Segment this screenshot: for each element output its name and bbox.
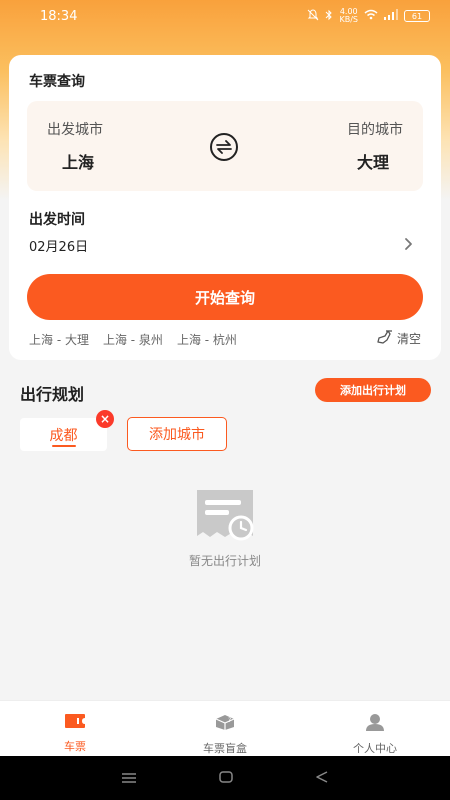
departure-city-picker[interactable]: 出发城市 上海 bbox=[47, 119, 103, 173]
history-item[interactable]: 上海 - 大理 bbox=[29, 331, 89, 348]
start-search-button[interactable]: 开始查询 bbox=[27, 274, 423, 320]
swap-cities-icon[interactable] bbox=[210, 133, 238, 161]
home-icon[interactable] bbox=[218, 769, 234, 788]
wifi-icon bbox=[364, 9, 378, 23]
city-selector: 出发城市 上海 目的城市 大理 bbox=[27, 101, 423, 191]
card-title: 车票查询 bbox=[29, 74, 85, 90]
departure-date-label: 出发时间 bbox=[29, 212, 85, 228]
close-icon[interactable]: × bbox=[96, 410, 114, 428]
travel-plan-title: 出行规划 bbox=[20, 385, 85, 404]
status-icons: 4.00 KB/S 61 bbox=[307, 8, 430, 24]
departure-city-label: 出发城市 bbox=[47, 122, 103, 138]
destination-city-picker[interactable]: 目的城市 大理 bbox=[347, 119, 403, 173]
tab-blind-box[interactable]: ? 车票盲盒 bbox=[150, 701, 300, 756]
city-tab-label: 成都 bbox=[49, 427, 78, 444]
ticket-query-card: 车票查询 出发城市 上海 目的城市 大理 出发时间 02月26日 开始查询 上海… bbox=[9, 55, 441, 360]
tab-label: 车票 bbox=[64, 740, 86, 753]
bluetooth-icon bbox=[325, 9, 333, 24]
chevron-right-icon[interactable] bbox=[403, 236, 413, 255]
history-item[interactable]: 上海 - 泉州 bbox=[103, 331, 163, 348]
battery-icon: 61 bbox=[404, 10, 430, 22]
battery-level: 61 bbox=[411, 11, 423, 21]
history-item[interactable]: 上海 - 杭州 bbox=[177, 331, 237, 348]
ticket-icon bbox=[64, 713, 86, 732]
tab-label: 个人中心 bbox=[353, 742, 397, 755]
empty-ticket-icon bbox=[193, 488, 257, 548]
network-speed-unit: KB/S bbox=[339, 15, 358, 24]
search-history: 上海 - 大理 上海 - 泉州 上海 - 杭州 bbox=[29, 331, 237, 348]
menu-icon[interactable] bbox=[121, 769, 137, 788]
mute-icon bbox=[307, 8, 319, 24]
add-travel-plan-button[interactable]: 添加出行计划 bbox=[315, 378, 431, 402]
tab-label: 车票盲盒 bbox=[203, 742, 247, 755]
destination-city-value[interactable]: 大理 bbox=[347, 149, 403, 173]
signal-icon bbox=[384, 9, 398, 23]
svg-text:?: ? bbox=[228, 717, 231, 724]
blind-box-icon: ? bbox=[214, 713, 236, 734]
system-navigation-bar bbox=[0, 756, 450, 800]
clear-history-button[interactable]: 清空 bbox=[377, 330, 421, 347]
city-tab-chengdu[interactable]: 成都 bbox=[20, 418, 107, 451]
status-time: 18:34 bbox=[40, 8, 78, 24]
clear-label: 清空 bbox=[396, 332, 421, 346]
person-icon bbox=[365, 713, 385, 734]
bottom-tab-bar: 车票 ? 车票盲盒 个人中心 bbox=[0, 700, 450, 756]
departure-city-value[interactable]: 上海 bbox=[47, 149, 103, 173]
departure-date-value[interactable]: 02月26日 bbox=[29, 236, 88, 255]
add-city-button[interactable]: 添加城市 bbox=[127, 417, 227, 451]
status-bar: 18:34 4.00 KB/S 61 bbox=[0, 0, 450, 32]
tab-tickets[interactable]: 车票 bbox=[0, 701, 150, 756]
empty-state-text: 暂无出行计划 bbox=[188, 554, 261, 568]
broom-icon bbox=[377, 330, 393, 347]
back-icon[interactable] bbox=[315, 769, 329, 788]
city-tab-indicator bbox=[52, 445, 76, 447]
network-speed: 4.00 KB/S bbox=[339, 8, 358, 24]
destination-city-label: 目的城市 bbox=[347, 122, 403, 138]
tab-profile[interactable]: 个人中心 bbox=[300, 701, 450, 756]
